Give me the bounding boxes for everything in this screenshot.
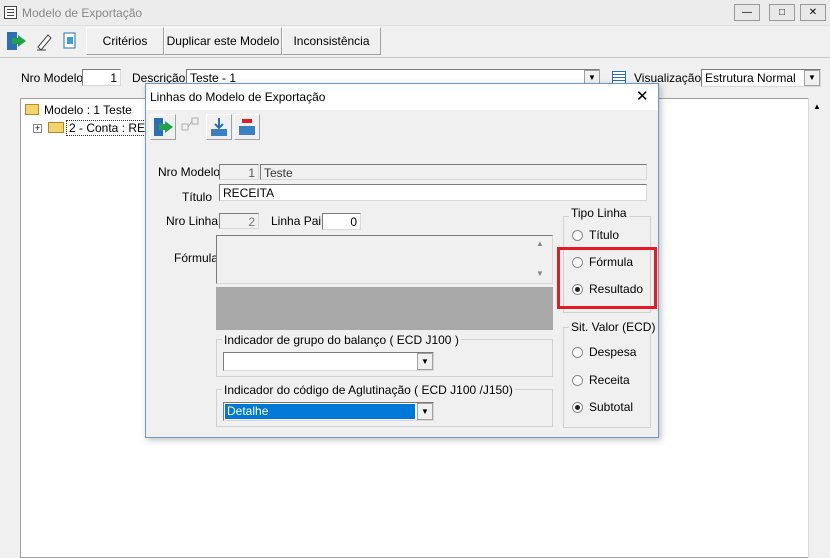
sit-subtotal-radio[interactable] bbox=[572, 402, 583, 413]
expand-plus-icon[interactable]: + bbox=[33, 124, 42, 133]
dlg-nro-modelo-label: Nro Modelo bbox=[158, 165, 221, 179]
dialog-exit-icon[interactable] bbox=[150, 114, 176, 140]
sit-receita-radio[interactable] bbox=[572, 375, 583, 386]
chevron-down-icon: ▼ bbox=[421, 407, 429, 416]
eraser-icon[interactable] bbox=[32, 29, 58, 55]
tipo-titulo-label[interactable]: Título bbox=[589, 228, 619, 242]
grupo-balanco-label: Indicador de grupo do balanço ( ECD J100… bbox=[222, 333, 461, 347]
app-icon bbox=[4, 6, 17, 19]
grupo-balanco-select[interactable] bbox=[223, 352, 434, 371]
visualizacao-select[interactable]: Estrutura Normal bbox=[701, 69, 821, 87]
formula-scroll-up-icon[interactable]: ▲ bbox=[536, 239, 544, 248]
aglutinacao-selected-value: Detalhe bbox=[225, 404, 415, 419]
sit-valor-label: Sit. Valor (ECD) bbox=[569, 320, 658, 334]
nro-linha-field: 2 bbox=[219, 213, 259, 229]
dlg-modelo-name-field: Teste bbox=[260, 164, 647, 180]
sit-receita-label[interactable]: Receita bbox=[589, 373, 630, 387]
nro-linha-label: Nro Linha bbox=[166, 214, 219, 228]
aglutinacao-dropdown-button[interactable]: ▼ bbox=[417, 403, 433, 420]
scroll-up-arrow-icon[interactable]: ▲ bbox=[809, 102, 825, 111]
inconsistencia-button[interactable]: Inconsistência bbox=[282, 27, 381, 55]
highlight-annotation-box bbox=[557, 247, 657, 309]
open-folder-icon bbox=[48, 122, 64, 133]
criterios-button[interactable]: Critérios bbox=[86, 27, 164, 55]
chevron-down-icon: ▼ bbox=[588, 73, 596, 82]
main-toolbar: Critérios Duplicar este Modelo Inconsist… bbox=[0, 26, 830, 58]
tree-child-label[interactable]: 2 - Conta : REC bbox=[66, 120, 146, 136]
grupo-balanco-dropdown-button[interactable]: ▼ bbox=[417, 353, 433, 370]
exit-door-icon[interactable] bbox=[4, 29, 30, 55]
nro-modelo-label: Nro Modelo bbox=[21, 71, 84, 85]
close-button[interactable]: ✕ bbox=[800, 4, 826, 21]
dialog-close-icon[interactable]: ✕ bbox=[636, 87, 649, 105]
tree-vertical-scrollbar[interactable]: ▲ bbox=[808, 98, 825, 558]
window-title: Modelo de Exportação bbox=[22, 6, 143, 20]
chevron-down-icon: ▼ bbox=[421, 357, 429, 366]
sit-subtotal-label[interactable]: Subtotal bbox=[589, 400, 633, 414]
sit-despesa-radio[interactable] bbox=[572, 347, 583, 358]
titulo-label: Título bbox=[182, 190, 213, 204]
visualizacao-dropdown-button[interactable]: ▼ bbox=[804, 70, 820, 86]
aglutinacao-label: Indicador do código de Aglutinação ( ECD… bbox=[222, 383, 515, 397]
formula-scroll-down-icon[interactable]: ▼ bbox=[536, 269, 544, 278]
formula-textarea[interactable] bbox=[216, 235, 553, 284]
tipo-titulo-radio[interactable] bbox=[572, 230, 583, 241]
tipo-linha-label: Tipo Linha bbox=[569, 206, 629, 220]
formula-label: Fórmula bbox=[174, 251, 219, 265]
minimize-button[interactable]: — bbox=[734, 4, 760, 21]
chevron-down-icon: ▼ bbox=[808, 73, 816, 82]
titulo-field[interactable]: RECEITA bbox=[219, 184, 647, 201]
formula-preview-panel bbox=[216, 287, 553, 330]
dialog-title-bar: Linhas do Modelo de Exportação ✕ bbox=[146, 84, 658, 110]
copy-document-icon[interactable] bbox=[58, 29, 84, 55]
duplicar-modelo-button[interactable]: Duplicar este Modelo bbox=[164, 27, 282, 55]
linha-pai-label: Linha Pai bbox=[271, 214, 322, 228]
dlg-nro-modelo-field: 1 bbox=[219, 164, 259, 180]
main-title-bar: Modelo de Exportação — □ ✕ bbox=[0, 0, 830, 26]
sit-despesa-label[interactable]: Despesa bbox=[589, 345, 636, 359]
nro-modelo-field[interactable]: 1 bbox=[82, 69, 121, 86]
maximize-button[interactable]: □ bbox=[769, 4, 795, 21]
remove-folder-icon[interactable] bbox=[234, 114, 260, 140]
tree-structure-icon bbox=[178, 114, 204, 140]
folder-icon bbox=[25, 104, 39, 115]
save-download-icon[interactable] bbox=[206, 114, 232, 140]
tree-root-label[interactable]: Modelo : 1 Teste bbox=[44, 103, 132, 117]
linha-pai-field[interactable]: 0 bbox=[322, 213, 361, 230]
dialog-title: Linhas do Modelo de Exportação bbox=[150, 90, 326, 104]
